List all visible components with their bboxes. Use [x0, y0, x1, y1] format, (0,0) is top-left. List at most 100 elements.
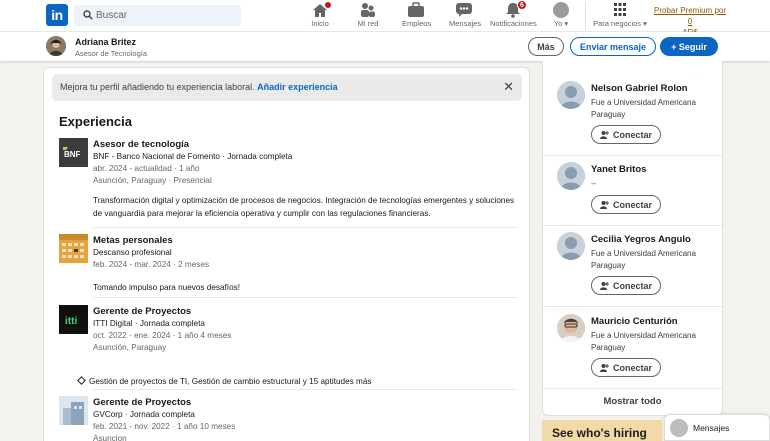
experience-company: ITTI Digital · Jornada completa	[93, 319, 205, 328]
nav-network-label: Mi red	[357, 19, 379, 28]
profile-name: Adriana Britez	[75, 37, 137, 47]
nav-network[interactable]: Mi red	[356, 2, 380, 30]
nav-home-label: Inicio	[311, 19, 329, 28]
divider	[93, 297, 518, 298]
add-person-icon	[599, 130, 609, 139]
experience-dates: abr. 2024 - actualidad · 1 año	[93, 164, 200, 173]
profile-headline: Asesor de Tecnología	[75, 49, 147, 58]
messaging-icon	[455, 2, 473, 18]
add-experience-notice: Mejora tu perfil añadiendo tu experienci…	[52, 74, 522, 101]
briefcase-icon	[407, 2, 425, 18]
person-headline: Fue a Universidad Americana Paraguay	[591, 98, 696, 119]
divider	[543, 306, 722, 307]
follow-button[interactable]: + Seguir	[660, 37, 718, 56]
messaging-label: Mensajes	[693, 423, 730, 433]
add-person-icon	[599, 363, 609, 372]
experience-company: BNF - Banco Nacional de Fomento · Jornad…	[93, 152, 293, 161]
experience-description: Tomando impulso para nuevos desafíos!	[93, 283, 241, 292]
person-headline: --	[591, 179, 597, 188]
person-headline: Fue a Universidad Americana Paraguay	[591, 331, 696, 352]
home-notification-dot	[324, 1, 332, 9]
avatar[interactable]	[557, 81, 585, 109]
experience-company: Descanso profesional	[93, 248, 172, 257]
experience-dates: feb. 2024 - mar. 2024 · 2 meses	[93, 260, 210, 269]
experience-dates: oct. 2022 - ene. 2024 · 1 año 4 meses	[93, 331, 232, 340]
messaging-avatar	[670, 419, 688, 437]
experience-heading: Experiencia	[59, 114, 132, 129]
home-icon	[311, 1, 332, 18]
connect-button[interactable]: Conectar	[591, 195, 661, 214]
itti-logo[interactable]: itti	[59, 305, 88, 334]
hiring-ad-banner[interactable]: See who's hiring	[542, 420, 662, 441]
experience-skills[interactable]: Gestión de proyectos de TI, Gestión de c…	[77, 376, 497, 388]
divider	[543, 225, 722, 226]
experience-title: Asesor de tecnología	[93, 139, 190, 150]
more-button[interactable]: Más	[528, 37, 564, 56]
experience-title: Metas personales	[93, 235, 173, 246]
search-icon	[83, 10, 93, 20]
close-icon[interactable]: ✕	[503, 80, 514, 93]
experience-description: Transformación digital y optimización de…	[93, 196, 515, 218]
svg-text:BNF: BNF	[64, 150, 81, 159]
nav-messaging[interactable]: Mensajes	[449, 2, 481, 30]
nav-home[interactable]: Inicio	[308, 1, 332, 30]
notice-text: Mejora tu perfil añadiendo tu experienci…	[60, 82, 338, 92]
experience-title: Gerente de Proyectos	[93, 306, 192, 317]
people-also-viewed-panel: Nelson Gabriel Rolon Fue a Universidad A…	[542, 61, 723, 416]
nav-business[interactable]: Para negocios ▾	[592, 2, 648, 30]
diamond-icon	[77, 376, 86, 385]
search-input[interactable]	[96, 5, 236, 26]
experience-dates: feb. 2021 - nov. 2022 · 1 año 10 meses	[93, 422, 236, 431]
person-name[interactable]: Nelson Gabriel Rolon	[591, 83, 688, 94]
nav-jobs[interactable]: Empleos	[402, 2, 431, 30]
add-person-icon	[599, 200, 609, 209]
notifications-badge: 6	[517, 0, 527, 10]
experience-company: GVCorp · Jornada completa	[93, 410, 195, 419]
top-navigation: in Inicio Mi red Empleos Mensajes 6	[0, 0, 770, 37]
divider	[93, 389, 518, 390]
divider	[543, 155, 722, 156]
avatar[interactable]	[557, 314, 585, 342]
person-name[interactable]: Cecilia Yegros Angulo	[591, 234, 691, 245]
add-experience-link[interactable]: Añadir experiencia	[257, 82, 338, 92]
nav-separator	[585, 2, 586, 30]
messaging-bar[interactable]: Mensajes	[664, 414, 770, 441]
connect-button[interactable]: Conectar	[591, 125, 661, 144]
add-person-icon	[599, 281, 609, 290]
experience-card: Mejora tu perfil añadiendo tu experienci…	[43, 67, 530, 441]
network-icon	[359, 2, 377, 18]
nav-me-label: Yo ▾	[553, 19, 569, 28]
nav-business-label: Para negocios ▾	[593, 19, 647, 28]
profile-sticky-bar: Adriana Britez Asesor de Tecnología Más …	[0, 32, 770, 61]
divider	[93, 227, 518, 228]
experience-title: Gerente de Proyectos	[93, 397, 192, 408]
profile-avatar[interactable]	[46, 36, 66, 56]
experience-location: Asunción, Paraguay	[93, 343, 167, 352]
ad-text: See who's hiring	[552, 426, 647, 440]
connect-button[interactable]: Conectar	[591, 358, 661, 377]
grid-icon	[611, 2, 629, 18]
experience-location: Asunción, Paraguay · Presencial	[93, 176, 212, 185]
person-name[interactable]: Mauricio Centurión	[591, 316, 678, 327]
company-placeholder-logo[interactable]	[59, 396, 88, 425]
search-box[interactable]	[74, 5, 241, 26]
bell-icon: 6	[504, 0, 527, 18]
linkedin-logo[interactable]: in	[46, 4, 68, 26]
experience-location: Asuncion	[93, 434, 127, 441]
nav-me[interactable]: Yo ▾	[549, 2, 573, 30]
connect-button[interactable]: Conectar	[591, 276, 661, 295]
show-all-button[interactable]: Mostrar todo	[543, 396, 722, 407]
nav-notifications-label: Notificaciones	[490, 19, 537, 28]
svg-text:itti: itti	[65, 316, 77, 327]
me-avatar-icon	[552, 2, 570, 18]
avatar[interactable]	[557, 232, 585, 260]
bnf-logo[interactable]: BNF	[59, 138, 88, 167]
person-headline: Fue a Universidad Americana Paraguay	[591, 249, 696, 270]
person-name[interactable]: Yanet Britos	[591, 164, 646, 175]
calendar-icon	[59, 234, 88, 263]
premium-line1: Probar Premium por 0	[653, 6, 727, 26]
send-message-button[interactable]: Enviar mensaje	[570, 37, 656, 56]
avatar[interactable]	[557, 162, 585, 190]
divider	[543, 388, 722, 389]
nav-notifications[interactable]: 6 Notificaciones	[490, 0, 537, 30]
